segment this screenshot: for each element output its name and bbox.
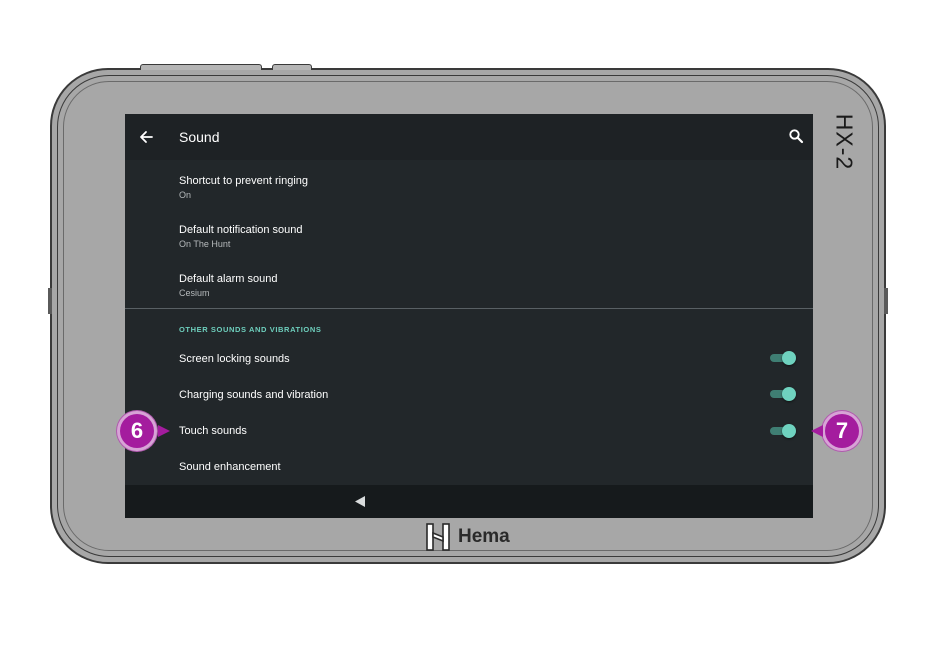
setting-title: Charging sounds and vibration: [179, 389, 329, 401]
setting-title: Default notification sound: [179, 224, 303, 236]
setting-sound-enhancement[interactable]: Sound enhancement: [179, 460, 281, 474]
setting-touch-sounds[interactable]: Touch sounds: [179, 424, 247, 438]
setting-subtitle: Cesium: [179, 288, 210, 298]
brand-badge: Hema: [426, 522, 510, 552]
setting-default-alarm-sound[interactable]: Default alarm sound Cesium: [179, 272, 277, 299]
power-button: [140, 64, 262, 70]
nav-back-icon[interactable]: [354, 495, 366, 508]
search-icon[interactable]: [788, 128, 804, 144]
volume-button: [272, 64, 312, 70]
callout-number: 7: [835, 418, 849, 443]
callout-7-pointer: [811, 425, 823, 437]
setting-title: Shortcut to prevent ringing: [179, 175, 309, 187]
toggle-thumb: [782, 387, 796, 401]
callout-6-pointer: [158, 425, 170, 437]
toggle-thumb: [782, 424, 796, 438]
screen-locking-sounds-toggle[interactable]: [770, 351, 796, 365]
callout-6: 6: [120, 414, 154, 448]
callout-7: 7: [825, 414, 859, 448]
screen: Sound Shortcut to prevent ringing On Def…: [125, 114, 813, 518]
setting-subtitle: On The Hunt: [179, 239, 231, 249]
side-port-left: [48, 288, 52, 314]
setting-subtitle: On: [179, 190, 192, 200]
page-title: Sound: [179, 129, 220, 145]
setting-title: Touch sounds: [179, 425, 247, 437]
setting-shortcut-prevent-ringing[interactable]: Shortcut to prevent ringing On: [179, 174, 308, 201]
callout-number: 6: [130, 418, 144, 443]
touch-sounds-toggle[interactable]: [770, 424, 796, 438]
setting-title: Default alarm sound: [179, 273, 278, 285]
toggle-thumb: [782, 351, 796, 365]
side-port-right: [884, 288, 888, 314]
back-arrow-icon[interactable]: [137, 128, 155, 146]
charging-sounds-toggle[interactable]: [770, 387, 796, 401]
setting-title: Screen locking sounds: [179, 353, 290, 365]
model-label: HX-2: [831, 113, 858, 171]
section-divider: [125, 308, 813, 309]
navigation-bar: [125, 485, 813, 518]
hema-logo-icon: [426, 523, 450, 551]
setting-screen-locking-sounds[interactable]: Screen locking sounds: [179, 352, 290, 366]
setting-title: Sound enhancement: [179, 461, 281, 473]
setting-default-notification-sound[interactable]: Default notification sound On The Hunt: [179, 223, 303, 250]
section-header: OTHER SOUNDS AND VIBRATIONS: [179, 325, 322, 334]
setting-charging-sounds[interactable]: Charging sounds and vibration: [179, 388, 328, 402]
brand-name: Hema: [458, 526, 510, 547]
app-bar: Sound: [125, 114, 813, 160]
